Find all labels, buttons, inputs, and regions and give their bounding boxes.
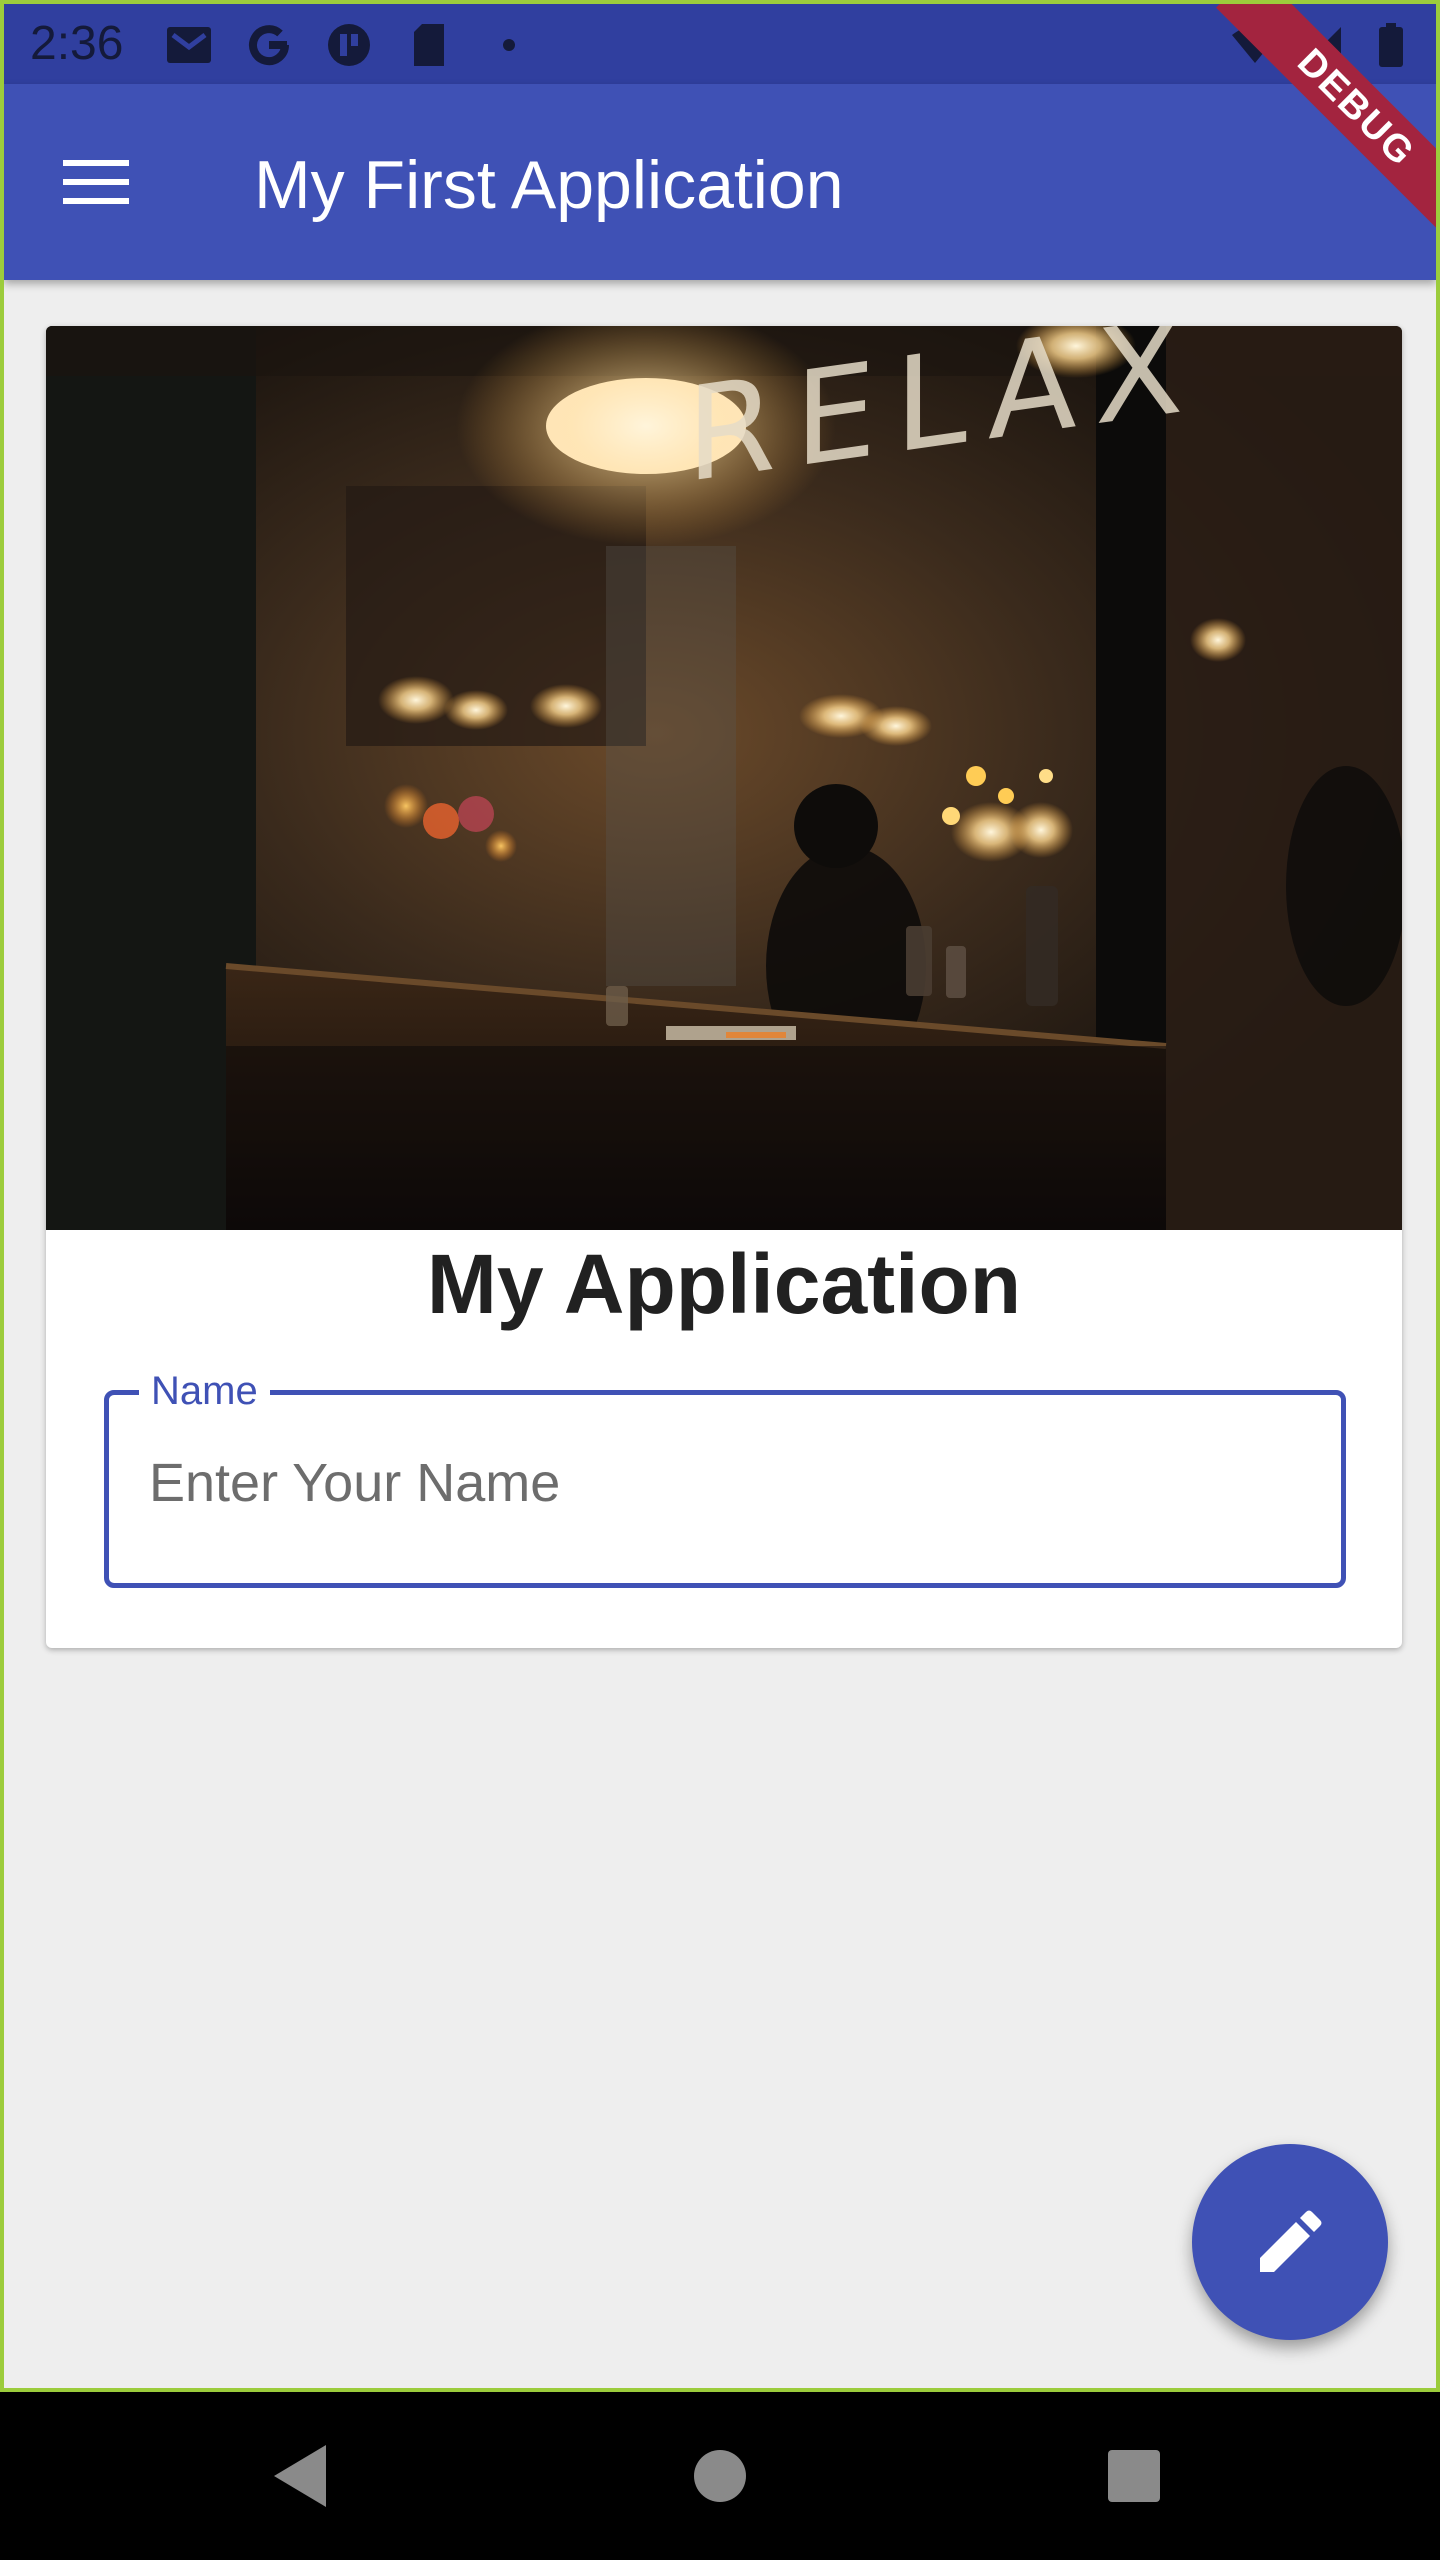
home-button[interactable] [680, 2436, 760, 2516]
system-nav-bar [0, 2392, 1440, 2560]
dot-icon [484, 20, 534, 70]
recents-icon [1108, 2450, 1160, 2502]
recents-button[interactable] [1094, 2436, 1174, 2516]
app-bar: My First Application [4, 84, 1436, 280]
home-icon [694, 2450, 746, 2502]
edit-icon [1260, 2210, 1322, 2272]
name-field-label: Name [139, 1361, 270, 1421]
content-card: RELAX My Application Name [46, 326, 1402, 1648]
menu-icon [63, 160, 129, 204]
app-title: My First Application [254, 147, 844, 223]
status-time: 2:36 [30, 17, 124, 70]
name-field[interactable]: Name [104, 1361, 1346, 1588]
menu-button[interactable] [60, 146, 132, 218]
status-bar: 2:36 [4, 4, 1436, 84]
app-icon [324, 20, 374, 70]
cafe-photo: RELAX [46, 326, 1402, 1230]
notification-icons [164, 20, 534, 70]
google-icon [244, 20, 294, 70]
edit-fab-button[interactable] [1192, 2144, 1388, 2340]
battery-icon [1366, 20, 1416, 70]
back-button[interactable] [260, 2436, 340, 2516]
gmail-icon [164, 20, 214, 70]
card-heading: My Application [426, 1237, 1022, 1331]
app-screen: 2:36 DEBUG My First Application RELAX My… [0, 0, 1440, 2392]
back-icon [274, 2445, 326, 2507]
sd-card-icon [404, 20, 454, 70]
name-input[interactable] [147, 1451, 1301, 1515]
